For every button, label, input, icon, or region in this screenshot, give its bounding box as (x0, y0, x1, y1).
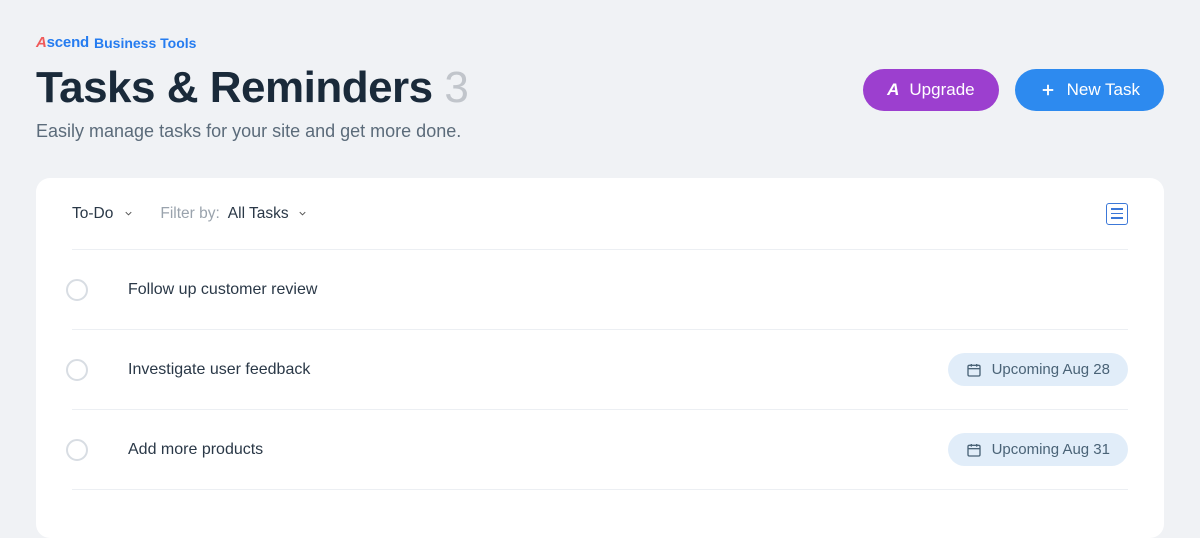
new-task-button[interactable]: New Task (1015, 69, 1164, 111)
header-actions: A Upgrade New Task (863, 65, 1164, 111)
page-header: Tasks & Reminders 3 Easily manage tasks … (36, 65, 1164, 142)
task-row[interactable]: Follow up customer review (72, 250, 1128, 330)
plus-icon (1039, 81, 1057, 99)
task-row[interactable]: Investigate user feedback Upcoming Aug 28 (72, 330, 1128, 410)
page-subtitle: Easily manage tasks for your site and ge… (36, 121, 863, 142)
filter-by-label: Filter by: (160, 205, 219, 223)
chevron-down-icon (123, 208, 134, 219)
upgrade-button[interactable]: A Upgrade (863, 69, 999, 111)
calendar-icon (966, 442, 982, 458)
calendar-icon (966, 362, 982, 378)
task-title: Add more products (110, 441, 926, 459)
filter-controls: To-Do Filter by: All Tasks (72, 205, 308, 223)
task-title: Investigate user feedback (110, 361, 926, 379)
task-checkbox[interactable] (66, 439, 88, 461)
task-row[interactable]: Add more products Upcoming Aug 31 (72, 410, 1128, 490)
task-title: Follow up customer review (110, 281, 1128, 299)
task-list: Follow up customer review Investigate use… (72, 250, 1128, 490)
page-title: Tasks & Reminders 3 (36, 65, 863, 111)
ascend-a-icon: A (887, 80, 899, 100)
filter-by-value: All Tasks (228, 205, 289, 223)
status-dropdown-label: To-Do (72, 205, 113, 223)
list-view-toggle[interactable] (1106, 203, 1128, 225)
task-count: 3 (444, 63, 468, 112)
filter-bar: To-Do Filter by: All Tasks (72, 178, 1128, 250)
brand-subtitle: Business Tools (94, 35, 196, 51)
task-card: To-Do Filter by: All Tasks Follow up cus… (36, 178, 1164, 538)
brand-logo: Ascend (36, 34, 89, 51)
brand-header: Ascend Business Tools (36, 34, 1164, 51)
task-due-badge: Upcoming Aug 31 (948, 433, 1128, 466)
new-task-button-label: New Task (1067, 80, 1140, 100)
task-checkbox[interactable] (66, 359, 88, 381)
task-checkbox[interactable] (66, 279, 88, 301)
status-dropdown[interactable]: To-Do (72, 205, 134, 223)
upgrade-button-label: Upgrade (909, 80, 974, 100)
filter-by-dropdown[interactable]: Filter by: All Tasks (160, 205, 307, 223)
task-due-badge: Upcoming Aug 28 (948, 353, 1128, 386)
page-title-text: Tasks & Reminders (36, 63, 433, 112)
title-block: Tasks & Reminders 3 Easily manage tasks … (36, 65, 863, 142)
chevron-down-icon (297, 208, 308, 219)
